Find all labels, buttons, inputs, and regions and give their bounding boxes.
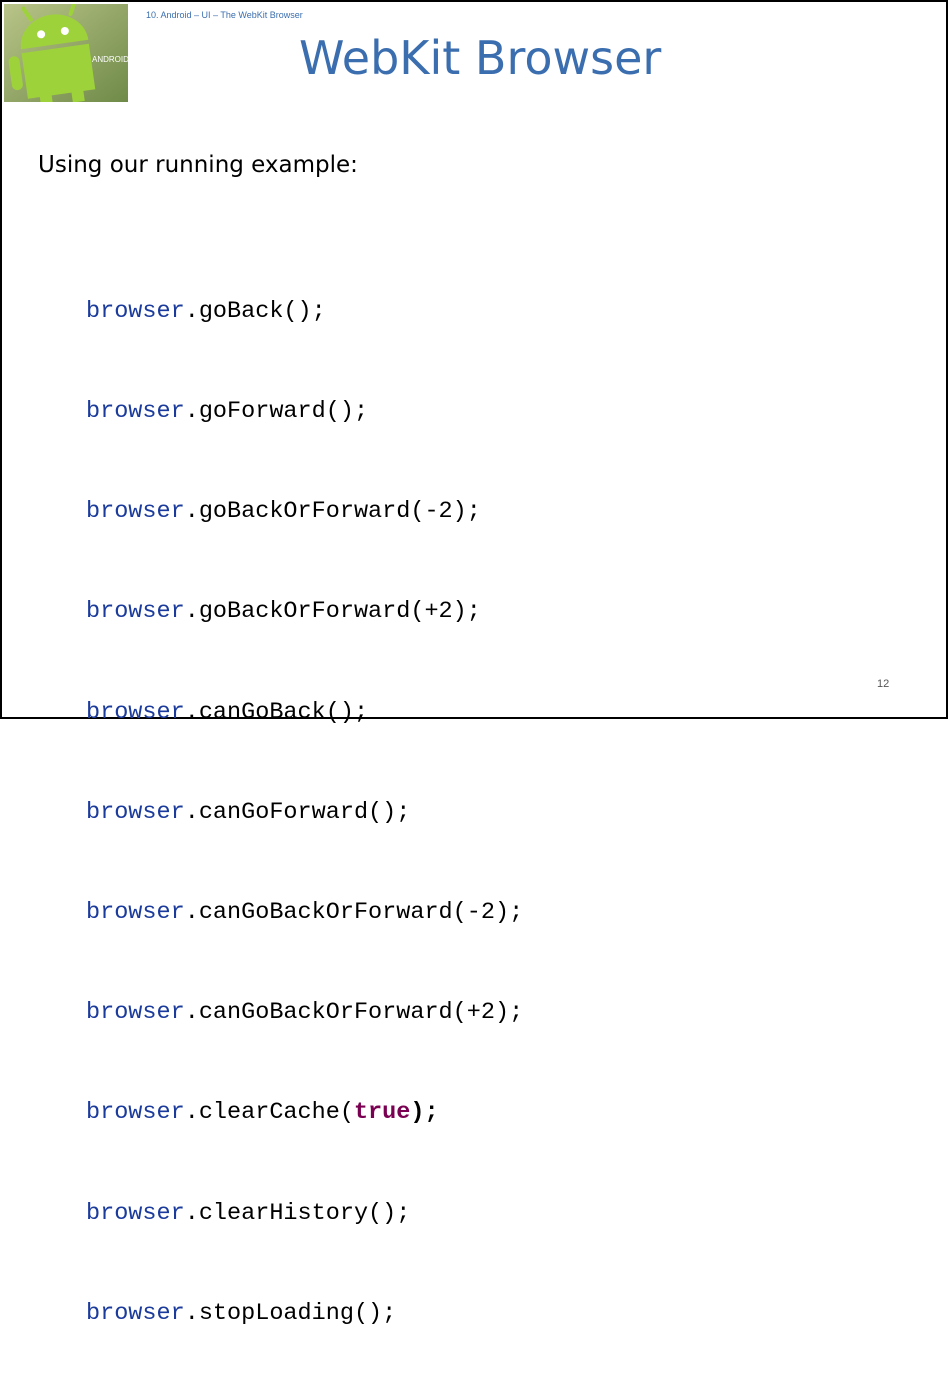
code-line: browser.stopLoading(); (86, 1297, 523, 1330)
code-object: browser (86, 798, 185, 826)
code-line: browser.clearHistory(); (86, 1197, 523, 1230)
code-method: .canGoBack(); (184, 698, 369, 726)
android-logo-icon: ANDROID (4, 0, 129, 107)
code-line: browser.clearCache(true); (86, 1096, 523, 1129)
code-method: .canGoForward(); (184, 798, 411, 826)
slide-title: WebKit Browser (299, 31, 662, 85)
code-line: browser.goBack(); (86, 295, 523, 328)
code-object: browser (86, 1199, 185, 1227)
logo-text: ANDROID (92, 55, 128, 64)
intro-text: Using our running example: (38, 152, 358, 178)
code-block: browser.goBack(); browser.goForward(); b… (86, 228, 523, 1397)
code-object: browser (86, 1299, 185, 1327)
code-line: browser.goForward(); (86, 395, 523, 428)
code-object: browser (86, 498, 185, 526)
code-line: browser.goBackOrForward(-2); (86, 495, 523, 528)
code-method: .goBackOrForward(-2); (184, 498, 481, 526)
code-object: browser (86, 999, 185, 1027)
code-method: .canGoBackOrForward(-2); (184, 899, 524, 927)
code-method: .stopLoading(); (184, 1299, 397, 1327)
code-object: browser (86, 698, 185, 726)
code-line: browser.canGoBackOrForward(+2); (86, 996, 523, 1029)
code-method: .clearHistory(); (184, 1199, 411, 1227)
code-method: .clearCache( (184, 1099, 354, 1127)
code-method: .goForward(); (184, 398, 369, 426)
breadcrumb: 10. Android – UI – The WebKit Browser (146, 10, 303, 20)
code-object: browser (86, 598, 185, 626)
code-line: browser.canGoForward(); (86, 796, 523, 829)
code-method: .goBack(); (184, 297, 326, 325)
code-tail: ); (410, 1099, 439, 1127)
code-method: .canGoBackOrForward(+2); (184, 999, 524, 1027)
code-method: .goBackOrForward(+2); (184, 598, 481, 626)
code-line: browser.canGoBack(); (86, 696, 523, 729)
code-object: browser (86, 1099, 185, 1127)
code-line: browser.goBackOrForward(+2); (86, 595, 523, 628)
slide: ANDROID 10. Android – UI – The WebKit Br… (0, 0, 948, 1327)
code-keyword: true (353, 1099, 411, 1127)
code-line: browser.canGoBackOrForward(-2); (86, 896, 523, 929)
page-number: 12 (877, 678, 890, 690)
code-object: browser (86, 899, 185, 927)
code-object: browser (86, 398, 185, 426)
code-object: browser (86, 297, 185, 325)
